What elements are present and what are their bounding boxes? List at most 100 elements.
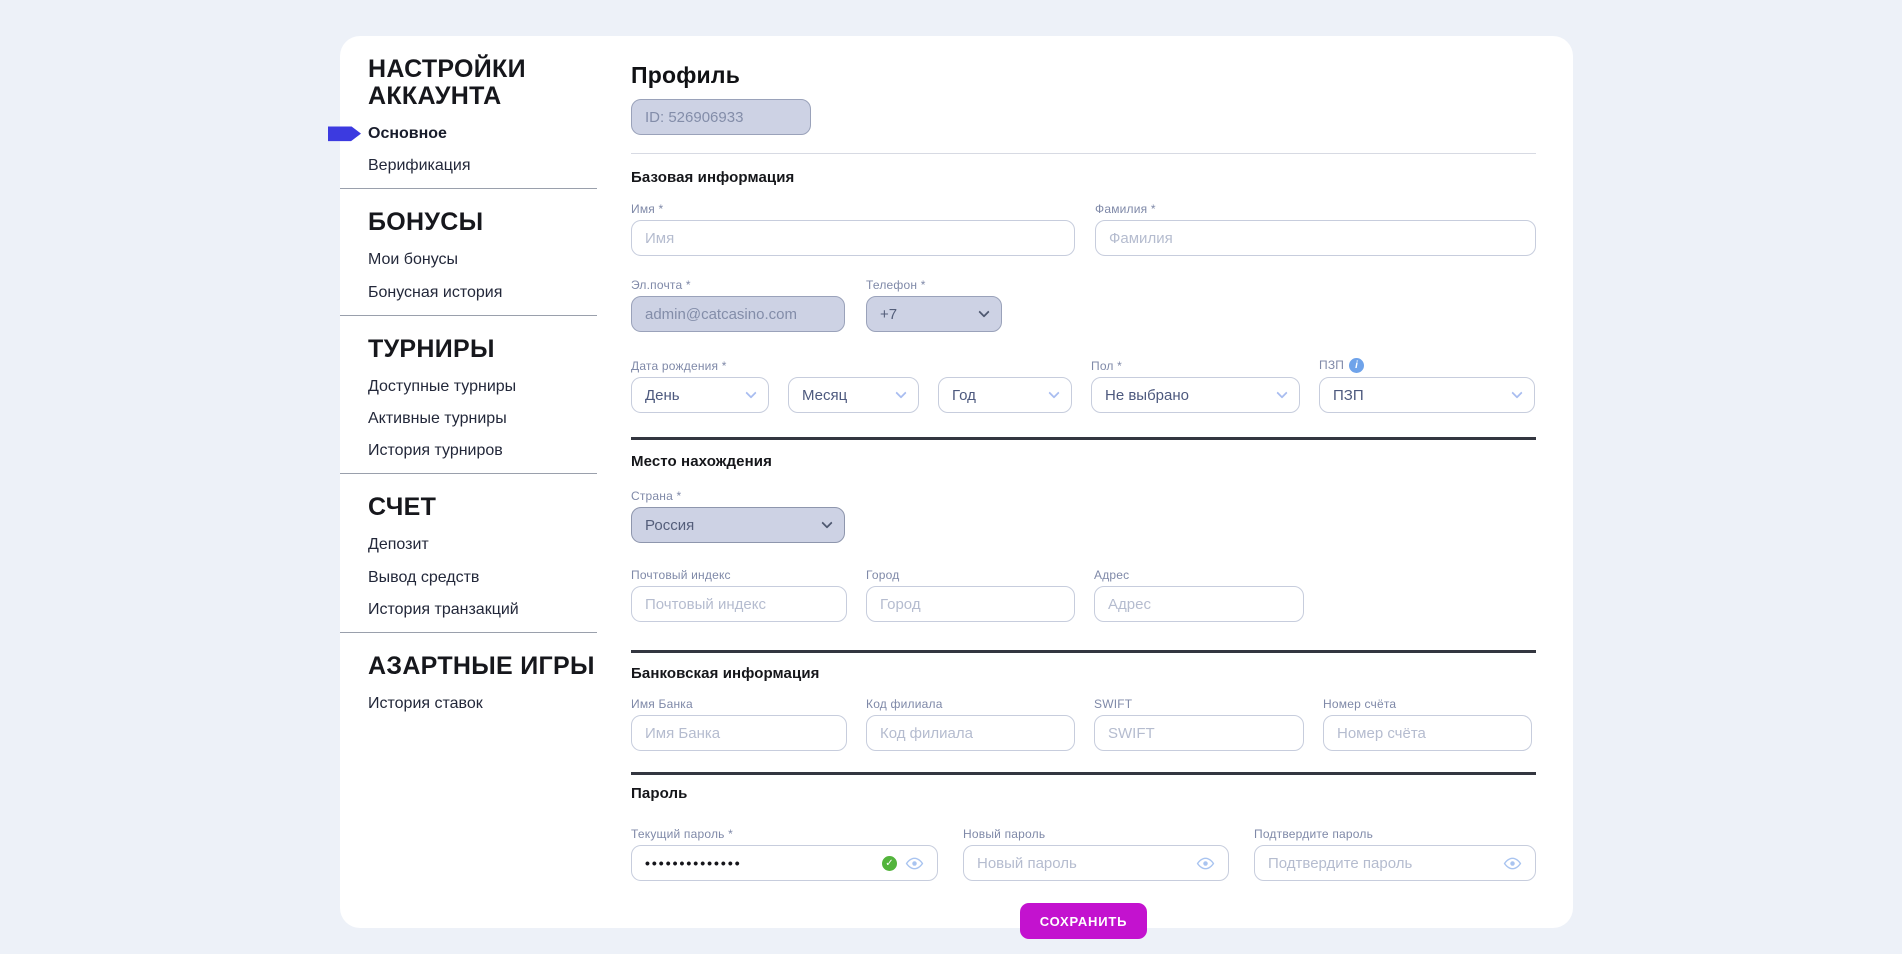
sidebar-item-osnovnoe[interactable]: Основное: [368, 124, 447, 143]
section-heading-location: Место нахождения: [631, 453, 1536, 470]
sidebar-item-label: Депозит: [368, 536, 429, 553]
first-name-input-box[interactable]: [631, 220, 1075, 256]
gender-value: Не выбрано: [1105, 387, 1278, 404]
first-name-input[interactable]: [645, 230, 1061, 247]
show-password-icon[interactable]: [905, 857, 924, 870]
first-name-field: Имя *: [631, 203, 1075, 256]
phone-code-value: +7: [880, 306, 980, 323]
page-background: НАСТРОЙКИ АККАУНТА Основное Верификация …: [0, 0, 1902, 954]
sidebar-item-dostupnye-turniry[interactable]: Доступные турниры: [368, 377, 516, 396]
bank-name-field: Имя Банка: [631, 698, 847, 751]
branch-code-input-box[interactable]: [866, 715, 1075, 751]
sidebar-item-bonusnaya-istoriya[interactable]: Бонусная история: [368, 283, 502, 302]
birthdate-gender-row: Дата рождения * День Месяц Год: [631, 358, 1536, 413]
birth-month-value: Месяц: [802, 387, 897, 404]
save-button[interactable]: СОХРАНИТЬ: [1020, 903, 1147, 939]
address-input-box[interactable]: [1094, 586, 1304, 622]
page-title: Профиль: [631, 62, 1536, 89]
sidebar-item-verifikaciya[interactable]: Верификация: [368, 156, 471, 175]
city-input-box[interactable]: [866, 586, 1075, 622]
sidebar-item-label: Основное: [368, 125, 447, 142]
pzp-select[interactable]: ПЗП: [1319, 377, 1535, 413]
city-input[interactable]: [880, 596, 1061, 613]
show-password-icon[interactable]: [1503, 857, 1522, 870]
sidebar-item-istoriya-tranzakcij[interactable]: История транзакций: [368, 600, 519, 619]
birth-date-label: Дата рождения *: [631, 360, 769, 373]
account-settings-card: НАСТРОЙКИ АККАУНТА Основное Верификация …: [340, 36, 1573, 928]
phone-code-select[interactable]: +7: [866, 296, 1002, 332]
swift-input-box[interactable]: [1094, 715, 1304, 751]
sidebar-item-depozit[interactable]: Депозит: [368, 535, 429, 554]
chevron-down-icon: [745, 387, 756, 398]
confirm-password-input[interactable]: [1268, 855, 1503, 872]
sidebar-item-vyvod-sredstv[interactable]: Вывод средств: [368, 568, 479, 587]
confirm-password-input-box[interactable]: [1254, 845, 1536, 881]
pzp-label-text: ПЗП: [1319, 359, 1344, 372]
phone-label: Телефон *: [866, 279, 1002, 292]
address-field: Адрес: [1094, 569, 1304, 622]
chevron-down-icon: [1276, 387, 1287, 398]
chevron-down-icon: [1511, 387, 1522, 398]
account-number-field: Номер счёта: [1323, 698, 1532, 751]
sidebar-item-aktivnye-turniry[interactable]: Активные турниры: [368, 409, 507, 428]
new-password-input-box[interactable]: [963, 845, 1229, 881]
sidebar-item-label: Вывод средств: [368, 569, 479, 586]
account-number-input[interactable]: [1337, 725, 1518, 742]
branch-code-label: Код филиала: [866, 698, 1075, 711]
sidebar-item-moi-bonusy[interactable]: Мои бонусы: [368, 250, 458, 269]
birth-year-select[interactable]: Год: [938, 377, 1072, 413]
city-label: Город: [866, 569, 1075, 582]
profile-id-field: [631, 99, 811, 135]
section-heading-basic-info: Базовая информация: [631, 169, 1536, 186]
valid-check-icon: ✓: [882, 856, 897, 871]
new-password-label: Новый пароль: [963, 828, 1229, 841]
sidebar-item-istoriya-turnirov[interactable]: История турниров: [368, 441, 503, 460]
bank-name-input-box[interactable]: [631, 715, 847, 751]
info-icon[interactable]: i: [1349, 358, 1364, 373]
swift-input[interactable]: [1108, 725, 1290, 742]
account-number-label: Номер счёта: [1323, 698, 1532, 711]
gender-select[interactable]: Не выбрано: [1091, 377, 1300, 413]
profile-id-value: [645, 109, 797, 126]
sidebar-divider: [340, 188, 597, 189]
current-password-field: Текущий пароль * ✓: [631, 828, 938, 881]
birth-day-select[interactable]: День: [631, 377, 769, 413]
branch-code-input[interactable]: [880, 725, 1061, 742]
section-divider: [631, 650, 1536, 653]
gender-label: Пол *: [1091, 360, 1300, 373]
sidebar-section-title: БОНУСЫ: [368, 209, 603, 236]
sidebar-item-label: Верификация: [368, 157, 471, 174]
email-input-box: [631, 296, 845, 332]
confirm-password-field: Подтвердите пароль: [1254, 828, 1536, 881]
birth-day-field: Дата рождения * День: [631, 360, 769, 413]
last-name-input-box[interactable]: [1095, 220, 1536, 256]
last-name-input[interactable]: [1109, 230, 1522, 247]
sidebar-item-istoriya-stavok[interactable]: История ставок: [368, 694, 483, 713]
country-select[interactable]: Россия: [631, 507, 845, 543]
password-row: Текущий пароль * ✓ Новый пароль Подт: [631, 828, 1536, 881]
sidebar-divider: [340, 315, 597, 316]
postal-code-field: Почтовый индекс: [631, 569, 847, 622]
birth-month-select[interactable]: Месяц: [788, 377, 919, 413]
last-name-field: Фамилия *: [1095, 203, 1536, 256]
address-row: Почтовый индекс Город Адрес: [631, 569, 1536, 622]
section-divider: [631, 772, 1536, 775]
postal-code-input-box[interactable]: [631, 586, 847, 622]
branch-code-field: Код филиала: [866, 698, 1075, 751]
sidebar-section-tournaments: ТУРНИРЫ Доступные турниры Активные турни…: [368, 336, 631, 461]
current-password-input-box[interactable]: ✓: [631, 845, 938, 881]
sidebar-section-gambling: АЗАРТНЫЕ ИГРЫ История ставок: [368, 653, 631, 713]
chevron-down-icon: [821, 517, 832, 528]
pzp-field: ПЗП i ПЗП: [1319, 358, 1535, 413]
current-password-input[interactable]: [645, 855, 882, 871]
swift-label: SWIFT: [1094, 698, 1304, 711]
country-field: Страна * Россия: [631, 490, 845, 543]
account-number-input-box[interactable]: [1323, 715, 1532, 751]
sidebar-section-title: НАСТРОЙКИ АККАУНТА: [368, 56, 603, 110]
new-password-input[interactable]: [977, 855, 1196, 872]
bank-name-input[interactable]: [645, 725, 833, 742]
sidebar-divider: [340, 632, 597, 633]
postal-code-input[interactable]: [645, 596, 833, 613]
address-input[interactable]: [1108, 596, 1290, 613]
show-password-icon[interactable]: [1196, 857, 1215, 870]
